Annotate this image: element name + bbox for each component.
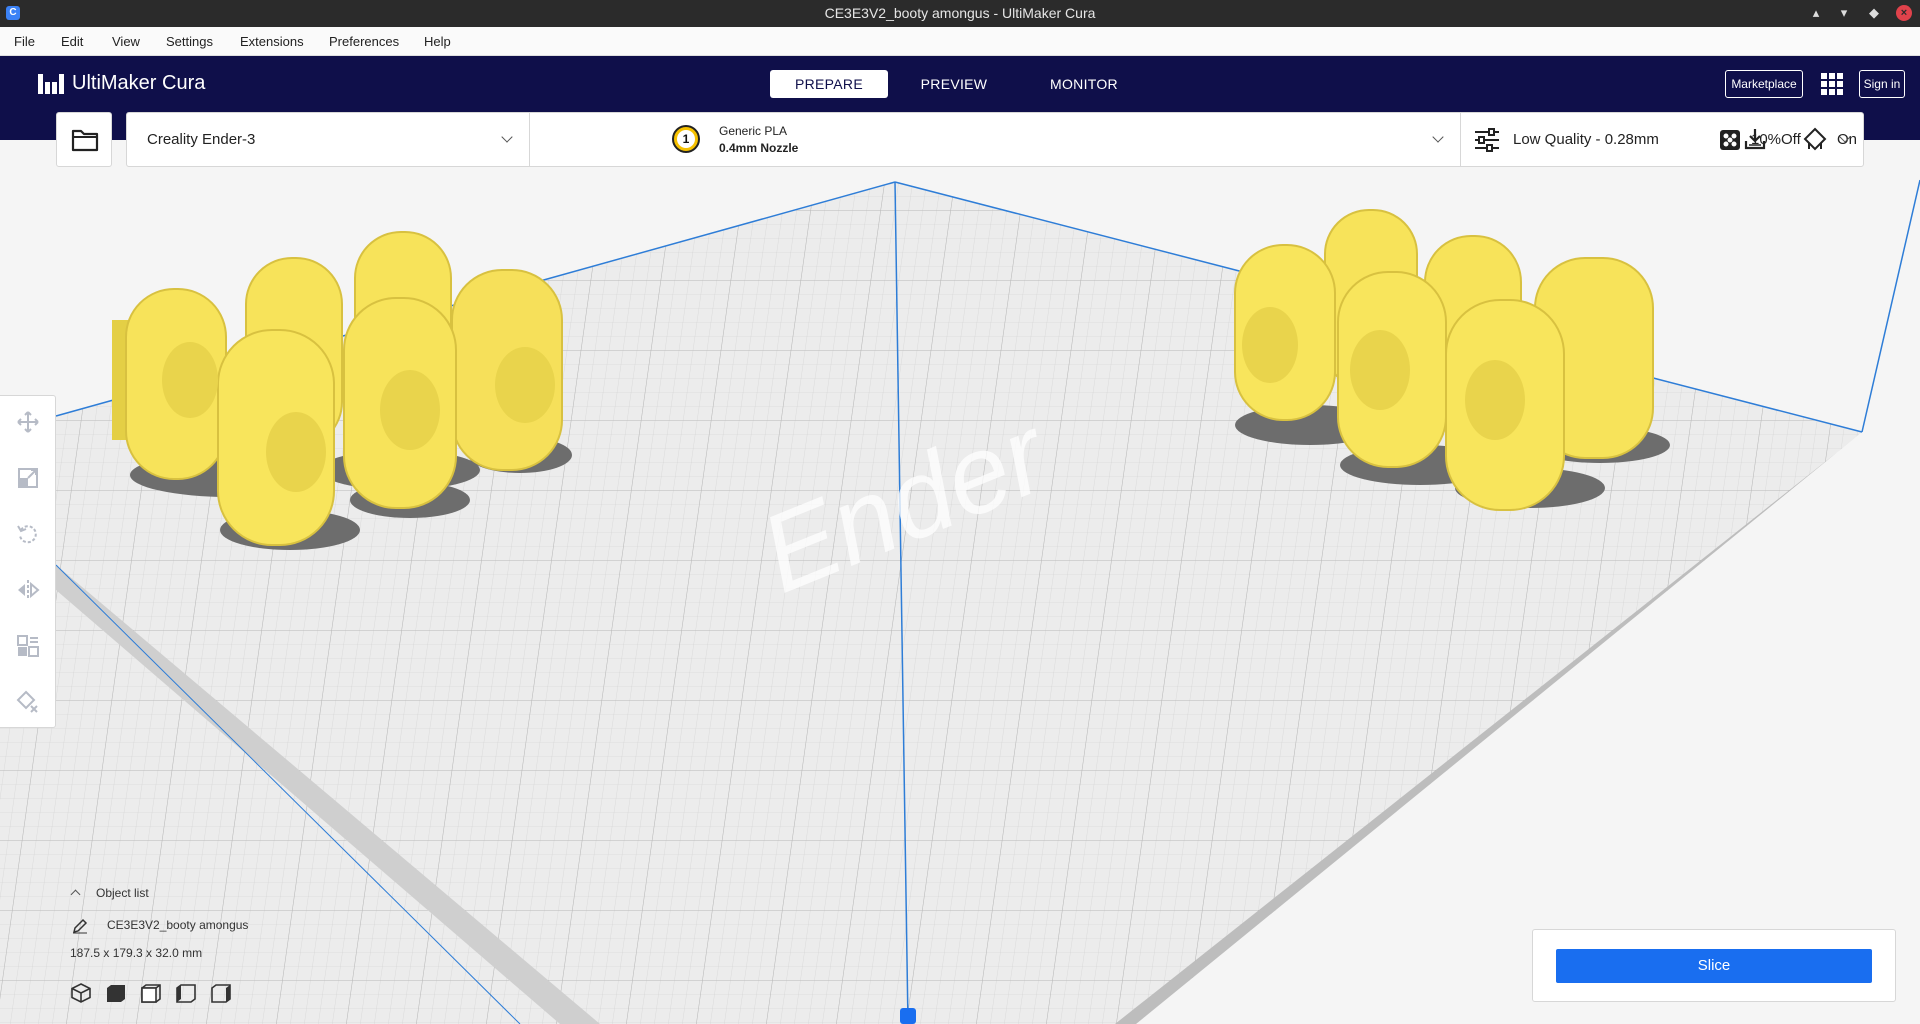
restore-button[interactable]: ▾ <box>1834 3 1854 23</box>
extruder-badge-icon: 1 <box>672 125 700 153</box>
brand-logo: UltiMaker Cura <box>38 72 205 95</box>
chevron-down-icon <box>501 131 513 143</box>
print-settings-selector[interactable]: Low Quality - 0.28mm 10% On <box>1461 113 1863 166</box>
tool-panel <box>0 395 56 728</box>
minimize-button[interactable]: ▴ <box>1806 3 1826 23</box>
view-orientation-bar <box>70 982 232 1004</box>
object-list-label: Object list <box>96 886 149 900</box>
infill-icon <box>1720 130 1740 150</box>
slice-panel: Slice <box>1532 929 1896 1002</box>
chevron-down-icon <box>1432 131 1444 143</box>
menu-help[interactable]: Help <box>424 34 451 49</box>
slice-button[interactable]: Slice <box>1556 949 1872 983</box>
quality-profile: Low Quality - 0.28mm <box>1513 131 1659 148</box>
view-left-icon[interactable] <box>175 982 197 1004</box>
per-model-settings-icon[interactable] <box>16 634 40 658</box>
window-title: CE3E3V2_booty amongus - UltiMaker Cura <box>824 5 1096 21</box>
support-blocker-icon[interactable] <box>16 690 40 714</box>
marketplace-button[interactable]: Marketplace <box>1725 70 1803 98</box>
tab-preview[interactable]: PREVIEW <box>900 70 1008 98</box>
menu-bar: File Edit View Settings Extensions Prefe… <box>0 27 1920 56</box>
mirror-icon[interactable] <box>16 578 40 602</box>
menu-file[interactable]: File <box>14 34 35 49</box>
material-selector[interactable]: 1 Generic PLA 0.4mm Nozzle <box>530 113 1460 166</box>
rotate-icon[interactable] <box>16 522 40 546</box>
brand-name: UltiMaker Cura <box>72 72 206 94</box>
sign-in-button[interactable]: Sign in <box>1859 70 1905 98</box>
view-top-icon[interactable] <box>140 982 162 1004</box>
menu-edit[interactable]: Edit <box>61 34 83 49</box>
build-plate-scene: Ender <box>0 179 1920 1024</box>
object-dimensions: 187.5 x 179.3 x 32.0 mm <box>70 946 203 960</box>
tab-monitor[interactable]: MONITOR <box>1030 70 1138 98</box>
origin-marker <box>900 1008 916 1024</box>
tab-prepare[interactable]: PREPARE <box>770 70 888 98</box>
ultimaker-logo-icon <box>38 73 64 94</box>
print-config-bar: Creality Ender-3 1 Generic PLA 0.4mm Noz… <box>126 112 1864 167</box>
support-icon <box>1803 127 1827 151</box>
open-file-button[interactable] <box>56 112 112 167</box>
extruder-number: 1 <box>677 130 695 148</box>
folder-icon <box>71 129 99 152</box>
menu-settings[interactable]: Settings <box>166 34 213 49</box>
volume-edge-vertical <box>1861 179 1920 433</box>
printer-name: Creality Ender-3 <box>147 131 256 148</box>
material-name: Generic PLA <box>719 124 788 138</box>
window-titlebar: C CE3E3V2_booty amongus - UltiMaker Cura… <box>0 0 1920 27</box>
view-front-icon[interactable] <box>105 982 127 1004</box>
view-3d-icon[interactable] <box>70 982 92 1004</box>
settings-sliders-icon <box>1475 128 1499 152</box>
adhesion-value: Off <box>1781 131 1801 148</box>
menu-extensions[interactable]: Extensions <box>240 34 304 49</box>
close-button[interactable]: × <box>1896 5 1912 21</box>
printer-selector[interactable]: Creality Ender-3 <box>127 113 529 166</box>
menu-preferences[interactable]: Preferences <box>329 34 399 49</box>
scale-icon[interactable] <box>16 466 40 490</box>
menu-view[interactable]: View <box>112 34 140 49</box>
pencil-icon <box>72 918 88 934</box>
object-name: CE3E3V2_booty amongus <box>107 918 249 932</box>
3d-viewport[interactable]: Ender <box>0 140 1920 1024</box>
adhesion-icon <box>1744 129 1766 150</box>
nozzle-size: 0.4mm Nozzle <box>719 141 799 155</box>
apps-grid-icon[interactable] <box>1821 73 1843 95</box>
maximize-button[interactable]: ◆ <box>1864 3 1884 23</box>
move-icon[interactable] <box>16 410 40 434</box>
view-right-icon[interactable] <box>210 982 232 1004</box>
